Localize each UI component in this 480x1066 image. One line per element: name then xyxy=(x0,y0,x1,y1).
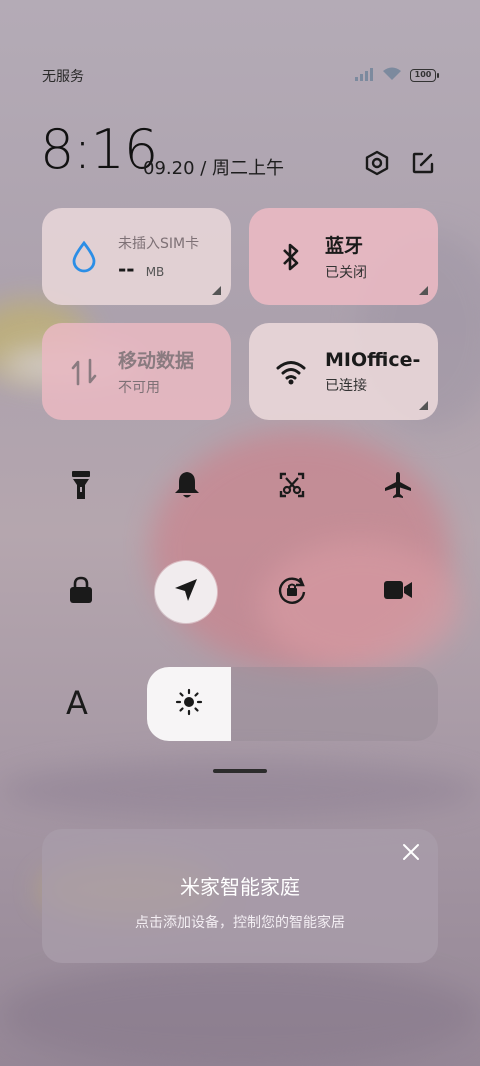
expand-corner-icon xyxy=(419,286,428,295)
mobile-data-status: 不可用 xyxy=(118,380,160,396)
scissors-screenshot-icon xyxy=(278,471,306,503)
bluetooth-label: 蓝牙 xyxy=(325,235,364,257)
battery-icon: 100 xyxy=(410,69,439,82)
mobile-data-label: 移动数据 xyxy=(118,350,195,372)
bluetooth-status: 已关闭 xyxy=(325,265,367,281)
bell-icon xyxy=(173,470,201,504)
smart-home-card[interactable]: 米家智能家庭 点击添加设备，控制您的智能家居 xyxy=(42,829,438,963)
lock-screen-toggle[interactable] xyxy=(53,564,109,620)
mobile-data-usage-tile[interactable]: 未插入SIM卡 -- MB xyxy=(42,208,231,305)
location-arrow-icon xyxy=(173,577,199,607)
smart-home-subtitle: 点击添加设备，控制您的智能家居 xyxy=(135,915,345,931)
mute-toggle[interactable] xyxy=(159,459,215,515)
airplane-icon xyxy=(383,470,413,504)
sim-status-label: 未插入SIM卡 xyxy=(118,235,200,252)
bluetooth-icon xyxy=(273,239,309,275)
expand-corner-icon xyxy=(419,401,428,410)
screenshot-toggle[interactable] xyxy=(264,459,320,515)
status-icons: 100 xyxy=(354,66,439,85)
signal-icon xyxy=(354,66,374,85)
brightness-slider[interactable] xyxy=(147,667,438,741)
mobile-data-icon xyxy=(66,354,102,390)
bluetooth-tile[interactable]: 蓝牙 已关闭 xyxy=(249,208,438,305)
clock-time: 8:16 xyxy=(40,118,158,181)
expand-corner-icon xyxy=(212,286,221,295)
airplane-mode-toggle[interactable] xyxy=(370,459,426,515)
data-usage-unit: MB xyxy=(145,264,165,279)
wifi-status-icon xyxy=(382,66,402,85)
mobile-data-tile[interactable]: 移动数据 不可用 xyxy=(42,323,231,420)
settings-icon[interactable] xyxy=(362,148,392,178)
close-icon[interactable] xyxy=(398,839,424,865)
video-camera-icon xyxy=(383,579,413,605)
sun-icon xyxy=(175,688,203,720)
wifi-tile[interactable]: MIOffice- 已连接 xyxy=(249,323,438,420)
carrier-status: 无服务 xyxy=(42,69,84,85)
flashlight-toggle[interactable] xyxy=(53,459,109,515)
font-size-button[interactable]: A xyxy=(66,684,88,722)
edit-icon[interactable] xyxy=(408,148,438,178)
location-toggle[interactable] xyxy=(155,561,217,623)
wifi-network-name: MIOffice- xyxy=(325,348,421,371)
data-usage-value: -- xyxy=(118,256,135,281)
clock-date: 09.20 / 周二上午 xyxy=(143,158,285,179)
water-drop-icon xyxy=(66,239,102,275)
brightness-fill xyxy=(147,667,232,741)
smart-home-title: 米家智能家庭 xyxy=(180,875,300,899)
rotation-lock-icon xyxy=(276,574,308,610)
screen-recorder-toggle[interactable] xyxy=(370,564,426,620)
auto-rotate-toggle[interactable] xyxy=(264,564,320,620)
wifi-status: 已连接 xyxy=(325,377,367,394)
wifi-icon xyxy=(273,354,309,390)
drag-handle[interactable] xyxy=(213,769,267,773)
lock-icon xyxy=(68,576,94,608)
flashlight-icon xyxy=(69,469,93,505)
